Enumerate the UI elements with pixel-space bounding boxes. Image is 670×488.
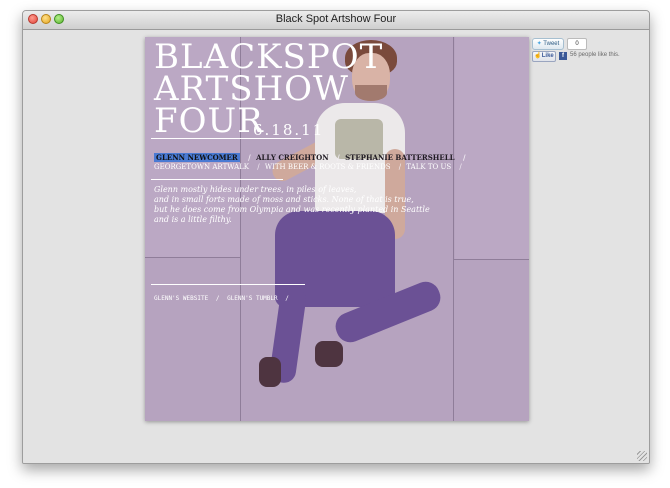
glenns-website-link[interactable]: GLENN'S WEBSITE (154, 295, 208, 302)
nav-separator: / (257, 163, 260, 171)
like-label: Like (541, 53, 554, 59)
wall-panel (455, 37, 529, 259)
link-separator: / (215, 295, 220, 302)
like-count-text: 56 people like this. (570, 52, 620, 58)
artist-links: GLENN'S WEBSITE / GLENN'S TUMBLR / (154, 295, 293, 302)
tweet-button[interactable]: ✦ Tweet (532, 38, 564, 50)
window-title: Black Spot Artshow Four (275, 13, 397, 25)
nav-georgetown-artwalk[interactable]: GEORGETOWN ARTWALK (154, 163, 249, 171)
nav-beer-roots-friends[interactable]: WITH BEER & ROOTS & FRIENDS (265, 163, 391, 171)
facebook-like-button[interactable]: ☝Like (532, 51, 556, 62)
nav-separator: / (463, 153, 466, 162)
page-content: BLACKSPOT ARTSHOW FOUR 6.18.11 GLENN NEW… (23, 30, 649, 463)
resize-handle[interactable] (637, 451, 647, 461)
nav-separator: / (459, 163, 462, 171)
nav-stephanie-battershell[interactable]: STEPHANIE BATTERSHELL (345, 153, 455, 162)
title-bar: Black Spot Artshow Four (23, 11, 649, 30)
bio-divider (151, 284, 305, 285)
bio-line: but he does come from Olympia and was re… (154, 205, 430, 214)
bio-line: and is a little filthy. (154, 215, 232, 224)
artist-nav: GLENN NEWCOMER / ALLY CREIGHTON / STEPHA… (154, 153, 469, 162)
bio-line: Glenn mostly hides under trees, in piles… (154, 185, 357, 194)
title-divider (151, 138, 301, 139)
nav-separator: / (398, 163, 402, 171)
wall-seam (453, 37, 454, 421)
thumbs-up-icon: ☝ (534, 53, 542, 59)
artist-bio: Glenn mostly hides under trees, in piles… (154, 185, 454, 225)
nav-separator: / (337, 153, 340, 162)
browser-window: Black Spot Artshow Four BLACKSPOT ARTSHO… (22, 10, 650, 464)
event-date: 6.18.11 (253, 121, 325, 139)
poster: BLACKSPOT ARTSHOW FOUR 6.18.11 GLENN NEW… (145, 37, 529, 421)
tweet-count: 0 (567, 38, 587, 50)
nav-glenn-newcomer[interactable]: GLENN NEWCOMER (154, 153, 240, 162)
link-separator: / (285, 295, 289, 302)
nav-divider (151, 179, 283, 180)
event-nav: GEORGETOWN ARTWALK / WITH BEER & ROOTS &… (154, 163, 465, 171)
nav-separator: / (248, 153, 251, 162)
nav-talk-to-us[interactable]: TALK TO US (406, 163, 451, 171)
tweet-label: Tweet (543, 41, 560, 47)
poster-title-line-3: FOUR (154, 101, 264, 141)
nav-ally-creighton[interactable]: ALLY CREIGHTON (256, 153, 329, 162)
twitter-bird-icon: ✦ (536, 41, 542, 47)
wall-seam (145, 257, 241, 258)
bio-line: and in small forts made of moss and stic… (154, 195, 414, 204)
glenns-tumblr-link[interactable]: GLENN'S TUMBLR (227, 295, 278, 302)
wall-seam (453, 259, 529, 260)
facebook-icon: f (559, 52, 567, 60)
